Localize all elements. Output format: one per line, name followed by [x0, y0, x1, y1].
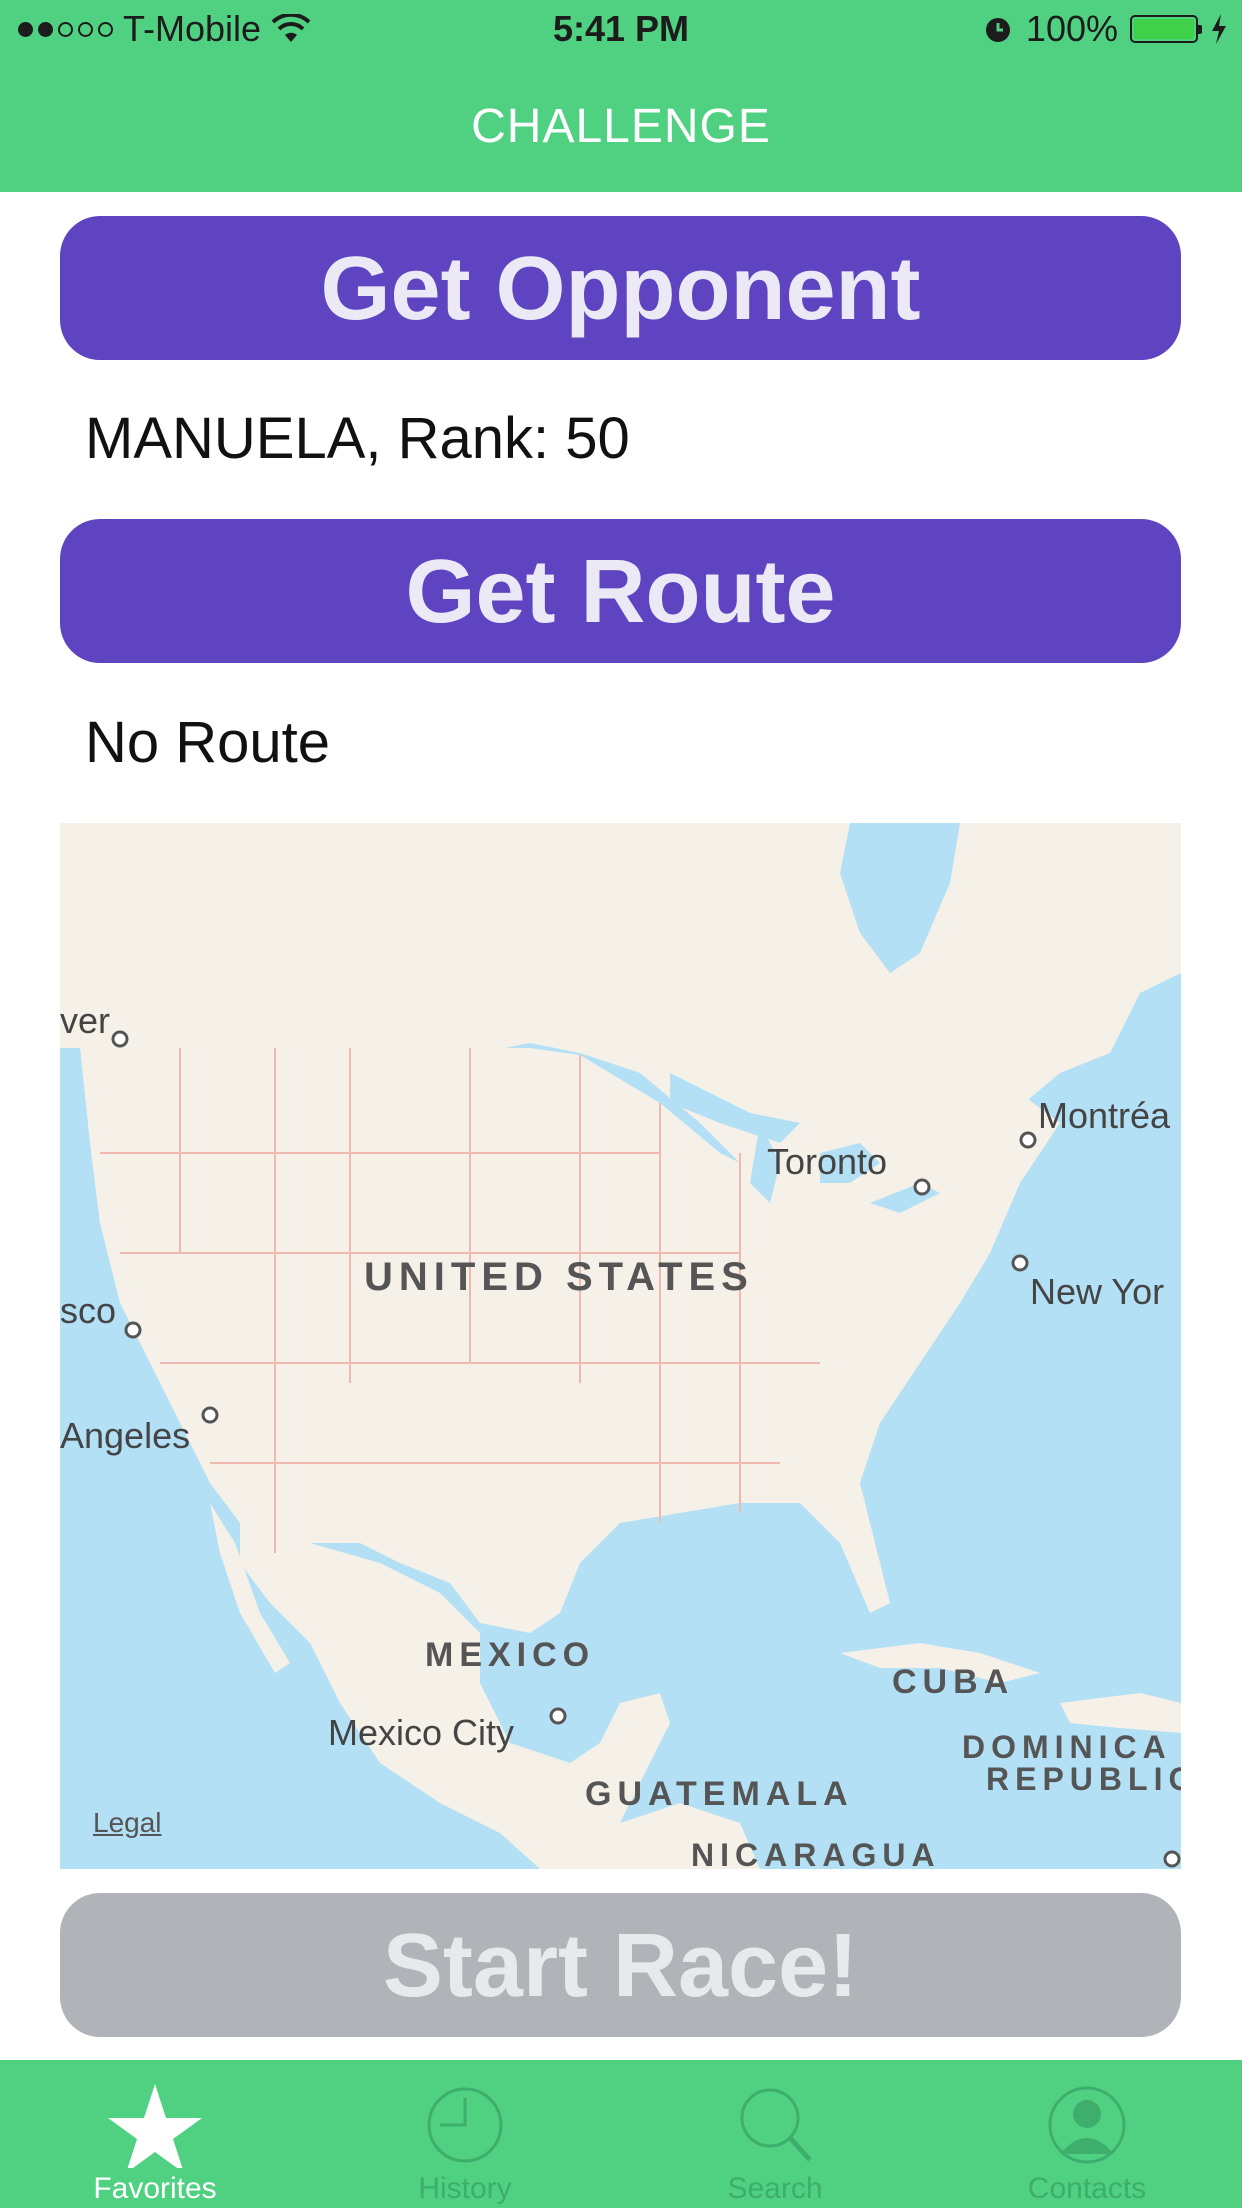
map-label-mexico-city: Mexico City [328, 1712, 515, 1753]
route-result: No Route [85, 710, 331, 775]
map-label-san-francisco: sco [60, 1290, 117, 1331]
tab-label-favorites: Favorites [93, 2172, 217, 2205]
map-label-guatemala: GUATEMALA [585, 1775, 854, 1813]
start-race-button[interactable]: Start Race! [60, 1893, 1181, 2037]
map-view[interactable]: ver Montréa Toronto UNITED STATES New Yo… [60, 823, 1181, 1869]
map-label-cuba: CUBA [892, 1663, 1015, 1701]
get-opponent-button[interactable]: Get Opponent [60, 216, 1181, 360]
battery-percent: 100% [1025, 8, 1118, 49]
charging-bolt-icon [1212, 14, 1226, 44]
get-route-button[interactable]: Get Route [60, 519, 1181, 663]
map-land [60, 823, 1181, 1869]
map-label-vancouver: ver [60, 1000, 111, 1041]
tab-history[interactable]: History [310, 2060, 620, 2208]
tab-label-search: Search [727, 2172, 823, 2205]
search-icon [740, 2088, 812, 2162]
map-label-dominican-republic-2: REPUBLIC [986, 1761, 1181, 1797]
nav-bar: CHALLENGE [0, 62, 1242, 192]
battery-icon [1130, 15, 1202, 43]
star-icon [108, 2084, 202, 2168]
tab-contacts[interactable]: Contacts [932, 2060, 1242, 2208]
person-icon [1048, 2086, 1126, 2164]
map-label-nicaragua: NICARAGUA [691, 1837, 941, 1869]
tab-search[interactable]: Search [620, 2060, 930, 2208]
tab-label-history: History [418, 2172, 512, 2205]
map-label-toronto: Toronto [767, 1141, 888, 1182]
map-legal-link[interactable]: Legal [93, 1807, 162, 1839]
status-right: 100% [982, 8, 1228, 50]
clock-icon [427, 2087, 503, 2163]
tab-bar: Favorites History Search Contacts [0, 2060, 1242, 2208]
tab-favorites[interactable]: Favorites [0, 2060, 310, 2208]
page-title: CHALLENGE [471, 100, 771, 153]
map-label-los-angeles: Angeles [60, 1415, 191, 1456]
map-label-new-york: New Yor [1030, 1271, 1165, 1312]
map-label-united-states: UNITED STATES [364, 1255, 754, 1299]
tab-label-contacts: Contacts [1027, 2172, 1147, 2205]
map-label-montreal: Montréa [1038, 1095, 1171, 1136]
status-bar: T-Mobile 5:41 PM 100% [0, 0, 1242, 62]
alarm-clock-icon [985, 18, 1010, 42]
map-label-mexico: MEXICO [425, 1636, 596, 1674]
opponent-result: MANUELA, Rank: 50 [85, 406, 630, 471]
